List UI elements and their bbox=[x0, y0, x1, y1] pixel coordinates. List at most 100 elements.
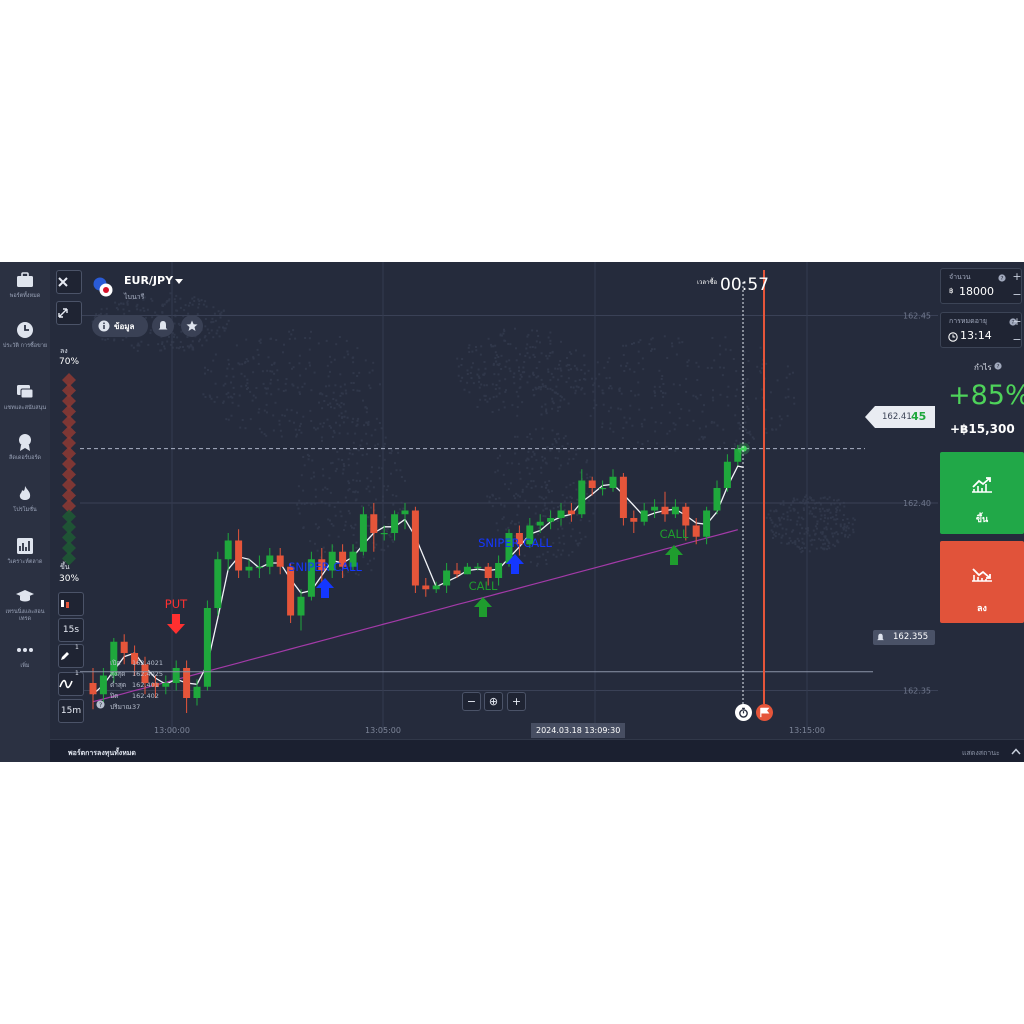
positions-bar[interactable]: พอร์ตการลงทุนทั้งหมด แสดงสถานะ bbox=[50, 739, 1024, 762]
current-price-tag: 162.41 45 bbox=[865, 406, 935, 428]
timer-label: เวลาซื้อ bbox=[697, 279, 718, 286]
collapse-button[interactable] bbox=[56, 301, 82, 325]
chart-area[interactable]: 162.45 162.40 162.35 13:00:00 13:05:00 13:15:… bbox=[50, 262, 938, 739]
candle-up bbox=[359, 514, 367, 552]
sentiment-down-label: ลง bbox=[60, 347, 68, 355]
candle-up bbox=[214, 559, 222, 608]
close-chart-button[interactable] bbox=[56, 270, 82, 294]
nav-label: เทรนนิ่งและสอนเทรด bbox=[5, 609, 45, 622]
svg-text:?: ? bbox=[1001, 276, 1004, 282]
candle-up bbox=[380, 533, 388, 535]
info-label: ข้อมูล bbox=[114, 322, 135, 331]
alert-price-value: 162.355 bbox=[893, 632, 929, 642]
all-positions-label: พอร์ตการลงทุนทั้งหมด bbox=[68, 749, 136, 757]
put-down-button[interactable]: ลง bbox=[940, 541, 1024, 623]
trading-app: พอร์ตทั้งหมด ประวัติ การซื้อขาย แชทและสน… bbox=[0, 262, 1024, 762]
zoom-out-button[interactable]: − bbox=[462, 692, 481, 711]
expiry-label: การหมดอายุ bbox=[949, 317, 987, 325]
candle-up bbox=[578, 480, 586, 515]
nav-item-promotions[interactable]: โปรโมชั่น bbox=[0, 484, 50, 514]
ohlc-row: ปิด 162.402 bbox=[110, 692, 159, 700]
sniper-call-signal-label: SNIPER CALL bbox=[288, 560, 362, 574]
timeframe-15m-button[interactable]: 15m bbox=[58, 699, 84, 723]
nav-item-portfolio[interactable]: พอร์ตทั้งหมด bbox=[0, 270, 50, 300]
close-icon bbox=[58, 277, 68, 287]
amount-plus-button[interactable]: + bbox=[1010, 269, 1024, 285]
expiry-plus-button[interactable]: + bbox=[1010, 314, 1024, 330]
ohlc-readout: เปิด 162.4021 สูงสุด 162.4025 ต่ำสุด 162.40… bbox=[110, 658, 163, 713]
left-nav: พอร์ตทั้งหมด ประวัติ การซื้อขาย แชทและสน… bbox=[0, 262, 51, 762]
expiry-value[interactable]: 13:14 bbox=[960, 329, 992, 342]
info-button[interactable]: ข้อมูล bbox=[92, 315, 148, 337]
sentiment-down-pct: 70% bbox=[59, 357, 80, 367]
clock-icon bbox=[17, 322, 33, 338]
candle-down bbox=[411, 510, 419, 586]
indicators-button[interactable] bbox=[58, 592, 84, 616]
help-icon[interactable]: ? bbox=[994, 362, 1002, 370]
favorite-button[interactable] bbox=[181, 315, 203, 337]
candle-down bbox=[619, 476, 627, 518]
info-icon bbox=[98, 320, 110, 332]
nav-item-chat[interactable]: แชทและสนับสนุน bbox=[0, 382, 50, 412]
nav-item-leaderboard[interactable]: ลีดเดอร์บอร์ด bbox=[0, 432, 50, 462]
help-icon[interactable]: ? bbox=[998, 274, 1006, 282]
time-axis-label: 13:00:00 bbox=[154, 726, 190, 735]
candle-up bbox=[162, 683, 170, 687]
candle-down bbox=[661, 506, 669, 515]
candle-up bbox=[401, 510, 409, 515]
curve-icon bbox=[59, 679, 73, 689]
candle-down bbox=[89, 683, 97, 695]
nav-item-more[interactable]: เพิ่ม bbox=[0, 640, 50, 670]
zoom-in-button[interactable]: + bbox=[507, 692, 526, 711]
alert-button[interactable] bbox=[152, 315, 174, 337]
nav-item-history[interactable]: ประวัติ การซื้อขาย bbox=[0, 320, 50, 350]
star-icon bbox=[186, 320, 198, 331]
candle-up bbox=[99, 675, 107, 695]
expiry-minus-button[interactable]: − bbox=[1010, 332, 1024, 348]
chart-type-button[interactable] bbox=[58, 672, 84, 696]
candle-up bbox=[536, 521, 544, 526]
call-up-button[interactable]: ขึ้น bbox=[940, 452, 1024, 534]
ohlc-row: ต่ำสุด 162.401 bbox=[110, 681, 159, 689]
nav-item-analytics[interactable]: วิเคราะห์ตลาด bbox=[0, 536, 50, 566]
svg-text:?: ? bbox=[997, 364, 1000, 370]
purchase-time-marker[interactable] bbox=[735, 704, 752, 721]
amount-value[interactable]: 18000 bbox=[959, 285, 994, 298]
chevron-up-icon[interactable] bbox=[1011, 748, 1021, 755]
pencil-icon bbox=[61, 652, 69, 660]
education-icon bbox=[16, 590, 34, 602]
candle-up bbox=[255, 566, 263, 568]
candle-up bbox=[266, 555, 274, 567]
candle-up bbox=[297, 596, 305, 616]
expiry-time-marker[interactable] bbox=[756, 704, 773, 721]
candle-up bbox=[193, 686, 201, 698]
tool-badge: 1 bbox=[75, 644, 79, 651]
zoom-reset-button[interactable]: ⊕ bbox=[484, 692, 503, 711]
ohlc-row: ปริมาณ37 bbox=[110, 703, 141, 711]
draw-tool-button[interactable] bbox=[58, 644, 84, 668]
alert-price-tag[interactable]: 162.355 bbox=[873, 630, 935, 645]
candle-down bbox=[682, 506, 690, 526]
candle-down bbox=[484, 566, 492, 578]
chat-icon bbox=[17, 385, 34, 399]
nav-label: ลีดเดอร์บอร์ด bbox=[9, 455, 41, 461]
timer-value: 00:57 bbox=[720, 275, 769, 295]
candles-icon bbox=[61, 600, 69, 608]
candle-down bbox=[453, 570, 461, 575]
nav-item-education[interactable]: เทรนนิ่งและสอนเทรด bbox=[0, 586, 50, 623]
current-price-tail: 45 bbox=[911, 410, 927, 423]
candle-down bbox=[588, 480, 596, 488]
briefcase-icon bbox=[17, 272, 33, 287]
show-status-label[interactable]: แสดงสถานะ bbox=[962, 748, 1000, 759]
timeframe-15s-button[interactable]: 15s bbox=[58, 618, 84, 642]
asset-name: EUR/JPY bbox=[124, 274, 174, 287]
candle-down bbox=[183, 668, 191, 698]
help-icon[interactable]: ? bbox=[96, 700, 105, 709]
analytics-icon bbox=[17, 538, 33, 554]
candle-up bbox=[495, 563, 503, 578]
amount-currency: ฿ bbox=[949, 287, 954, 295]
candle-up bbox=[547, 518, 555, 522]
put-button-label: ลง bbox=[977, 604, 987, 614]
nav-label: เพิ่ม bbox=[20, 663, 30, 669]
amount-minus-button[interactable]: − bbox=[1010, 287, 1024, 303]
